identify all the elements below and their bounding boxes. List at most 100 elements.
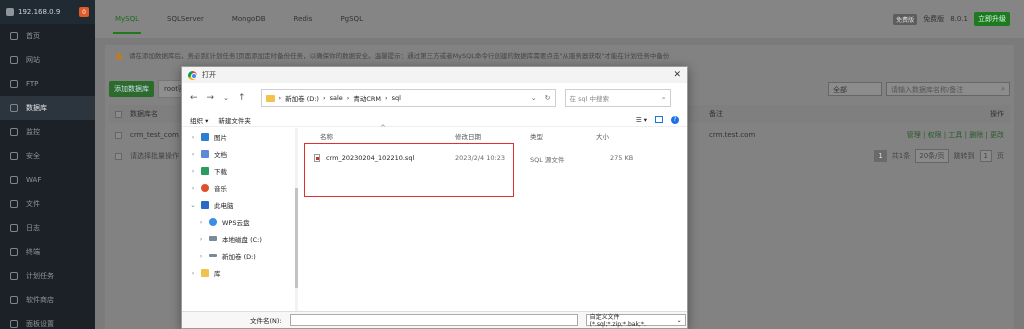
nav-item-wps-cloud[interactable]: › WPS云盘 — [182, 213, 294, 230]
sidebar-item-store[interactable]: 软件商店 — [0, 288, 95, 312]
edition-info: 免费版 免费版 8.0.1 立即升级 — [893, 12, 1010, 26]
nav-item-documents[interactable]: › 文档 — [182, 145, 294, 162]
globe-icon — [10, 56, 18, 64]
tab-redis[interactable]: Redis — [294, 15, 313, 23]
chevron-down-icon: ⌄ — [676, 316, 682, 324]
cloud-icon — [209, 217, 217, 226]
nav-item-drive-c[interactable]: › 本地磁盘 (C:) — [182, 230, 294, 247]
col-date[interactable]: 修改日期 — [455, 131, 481, 141]
nav-scrollbar[interactable] — [295, 128, 298, 313]
address-bar[interactable]: › 新加卷 (D:) › sale › 青动CRM › sql ⌄ ↻ — [260, 89, 556, 107]
highlight-box — [304, 143, 514, 197]
sidebar-item-website[interactable]: 网站 — [0, 48, 95, 72]
sidebar: 192.168.0.9 0 首页 网站 FTP 数据库 监控 安全 WAF 文件… — [0, 0, 95, 329]
sidebar-item-waf[interactable]: WAF — [0, 168, 95, 192]
dialog-footer: 文件名(N): 自定义文件 (*.sql;*.zip;*.bak;*. ⌄ — [182, 311, 687, 328]
refresh-icon[interactable]: ↻ — [545, 94, 551, 102]
tab-mongodb[interactable]: MongoDB — [232, 15, 266, 23]
chevron-right-icon[interactable]: › — [198, 235, 204, 243]
forward-arrow-icon[interactable]: → — [207, 93, 215, 103]
filename-input[interactable] — [289, 314, 578, 326]
db-search-input[interactable]: 请输入数据库名称/备注 ⌕ — [886, 82, 1010, 96]
path-separator: › — [322, 94, 326, 102]
view-menu-icon[interactable]: ☰ ▾ — [636, 116, 647, 124]
chevron-right-icon[interactable]: › — [190, 133, 196, 141]
chevron-right-icon[interactable]: › — [190, 167, 196, 175]
chevron-right-icon[interactable]: › — [198, 252, 204, 260]
sidebar-item-label: FTP — [26, 80, 39, 88]
notification-badge[interactable]: 0 — [79, 7, 89, 17]
chevron-right-icon[interactable]: › — [190, 269, 196, 277]
chevron-right-icon[interactable]: › — [190, 184, 196, 192]
sidebar-item-label: 首页 — [26, 32, 40, 40]
sidebar-item-home[interactable]: 首页 — [0, 24, 95, 48]
chevron-right-icon[interactable]: › — [190, 150, 196, 158]
footer-checkbox[interactable] — [115, 152, 122, 160]
file-size: 275 KB — [610, 154, 634, 162]
sidebar-item-settings[interactable]: 面板设置 — [0, 312, 95, 329]
sidebar-item-files[interactable]: 文件 — [0, 192, 95, 216]
store-icon — [10, 296, 18, 304]
jump-input[interactable]: 1 — [979, 150, 992, 162]
ftp-icon — [10, 80, 18, 88]
sidebar-item-cron[interactable]: 计划任务 — [0, 264, 95, 288]
sidebar-item-monitor[interactable]: 监控 — [0, 120, 95, 144]
col-name[interactable]: 名称 — [320, 131, 333, 141]
path-segment[interactable]: 新加卷 (D:) — [285, 93, 319, 103]
row-checkbox[interactable] — [115, 131, 122, 139]
tab-pgsql[interactable]: PgSQL — [340, 15, 363, 23]
nav-item-pictures[interactable]: › 图片 — [182, 128, 294, 145]
preview-pane-icon[interactable] — [655, 116, 663, 123]
col-size[interactable]: 大小 — [596, 131, 609, 141]
database-icon — [10, 104, 18, 112]
up-arrow-icon[interactable]: ↑ — [238, 93, 246, 103]
search-icon[interactable]: ⌕ — [1001, 85, 1005, 93]
sidebar-item-database[interactable]: 数据库 — [0, 96, 95, 120]
chevron-down-icon[interactable]: ⌄ — [223, 94, 229, 102]
sidebar-item-terminal[interactable]: 终端 — [0, 240, 95, 264]
server-header: 192.168.0.9 0 — [0, 0, 95, 24]
sidebar-item-ftp[interactable]: FTP — [0, 72, 95, 96]
row-actions[interactable]: 管理 | 权限 | 工具 | 删除 | 更改 — [907, 130, 1004, 140]
select-all-checkbox[interactable] — [115, 110, 122, 118]
total-count: 共1条 — [891, 152, 911, 160]
path-segment[interactable]: 青动CRM — [353, 93, 381, 103]
chevron-down-icon[interactable]: ⌄ — [531, 94, 537, 102]
nav-item-libraries[interactable]: › 库 — [182, 264, 294, 281]
help-icon[interactable]: ? — [671, 115, 679, 124]
per-page-select[interactable]: 20条/页 — [915, 149, 949, 163]
tab-sqlserver[interactable]: SQLServer — [167, 15, 204, 23]
warning-icon — [115, 51, 123, 59]
nav-item-downloads[interactable]: › 下载 — [182, 162, 294, 179]
nav-label: 文档 — [214, 150, 227, 159]
folder-search-input[interactable]: 在 sql 中搜索 ⌕ — [564, 89, 671, 107]
chevron-right-icon[interactable]: › — [198, 218, 204, 226]
dialog-navbar: ← → ⌄ ↑ › 新加卷 (D:) › sale › 青动CRM › sql … — [182, 83, 687, 113]
nav-label: 库 — [214, 269, 221, 278]
nav-item-music[interactable]: › 音乐 — [182, 179, 294, 196]
batch-select[interactable]: 请选择批量操作 — [130, 151, 179, 161]
sidebar-item-logs[interactable]: 日志 — [0, 216, 95, 240]
col-type[interactable]: 类型 — [530, 131, 543, 141]
back-arrow-icon[interactable]: ← — [190, 93, 198, 103]
page-button[interactable]: 1 — [874, 150, 887, 162]
add-database-button[interactable]: 添加数据库 — [109, 81, 154, 97]
path-segment[interactable]: sale — [330, 94, 343, 102]
nav-item-drive-d[interactable]: › 新加卷 (D:) — [182, 247, 294, 264]
filter-select[interactable]: 全部 — [828, 82, 882, 96]
edition-label: 免费版 — [923, 15, 945, 23]
search-placeholder: 请输入数据库名称/备注 — [891, 86, 964, 94]
organize-menu[interactable]: 组织 ▾ — [190, 115, 208, 125]
nav-item-this-pc[interactable]: ⌄ 此电脑 — [182, 196, 294, 213]
file-type-select[interactable]: 自定义文件 (*.sql;*.zip;*.bak;*. ⌄ — [585, 314, 686, 328]
chevron-down-icon[interactable]: ⌄ — [190, 201, 196, 209]
upgrade-button[interactable]: 立即升级 — [974, 12, 1010, 26]
tab-mysql[interactable]: MySQL — [112, 15, 142, 34]
path-separator: › — [278, 94, 282, 102]
sidebar-item-security[interactable]: 安全 — [0, 144, 95, 168]
new-folder-button[interactable]: 新建文件夹 — [218, 115, 251, 125]
close-icon[interactable]: ✕ — [673, 70, 681, 80]
path-segment[interactable]: sql — [392, 94, 401, 102]
open-file-dialog: 打开 ✕ ← → ⌄ ↑ › 新加卷 (D:) › sale › 青动CRM ›… — [181, 66, 688, 329]
scrollbar-thumb[interactable] — [295, 188, 298, 288]
